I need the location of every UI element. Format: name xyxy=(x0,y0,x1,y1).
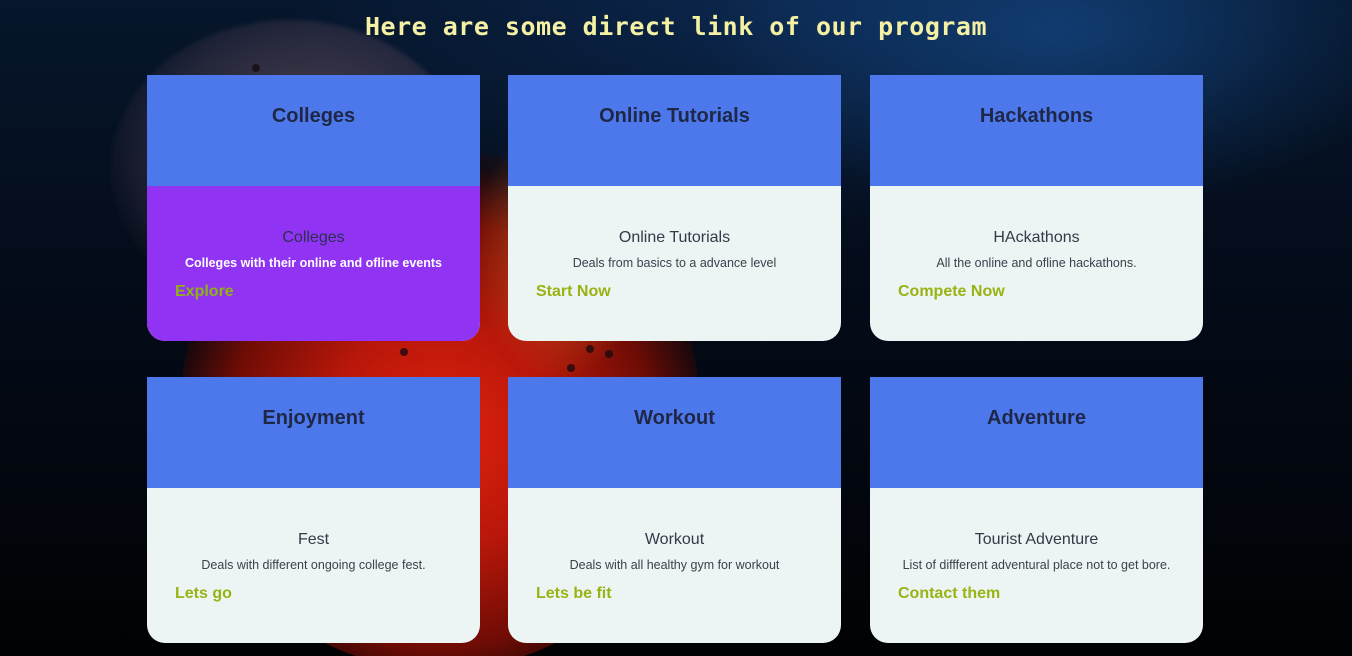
program-card-adventure: Adventure Tourist Adventure List of diff… xyxy=(870,377,1203,643)
card-header: Enjoyment xyxy=(147,377,480,488)
card-subtitle: HAckathons xyxy=(993,229,1080,246)
card-header: Hackathons xyxy=(870,75,1203,186)
card-header: Colleges xyxy=(147,75,480,186)
card-subtitle: Fest xyxy=(297,531,330,548)
background-dot xyxy=(605,350,613,358)
card-description: All the online and ofline hackathons. xyxy=(936,256,1137,270)
page-heading: Here are some direct link of our program xyxy=(364,12,988,41)
card-header: Workout xyxy=(508,377,841,488)
card-body: Online Tutorials Deals from basics to a … xyxy=(508,186,841,341)
card-title: Colleges xyxy=(271,105,356,127)
card-header: Adventure xyxy=(870,377,1203,488)
card-description: Deals with different ongoing college fes… xyxy=(201,558,426,572)
background-dot xyxy=(400,348,408,356)
card-body: Tourist Adventure List of diffferent adv… xyxy=(870,488,1203,643)
card-title: Workout xyxy=(634,407,715,429)
card-description: Deals from basics to a advance level xyxy=(572,256,777,270)
card-title: Enjoyment xyxy=(262,407,365,429)
background-dot xyxy=(586,345,594,353)
lets-go-link[interactable]: Lets go xyxy=(175,585,232,603)
card-body: Workout Deals with all healthy gym for w… xyxy=(508,488,841,643)
start-now-link[interactable]: Start Now xyxy=(536,283,611,301)
card-body: Colleges Colleges with their online and … xyxy=(147,186,480,341)
program-card-colleges: Colleges Colleges Colleges with their on… xyxy=(147,75,480,341)
card-subtitle: Workout xyxy=(644,531,705,548)
card-header: Online Tutorials xyxy=(508,75,841,186)
card-title: Online Tutorials xyxy=(599,105,750,127)
card-title: Hackathons xyxy=(979,105,1094,127)
program-card-hackathons: Hackathons HAckathons All the online and… xyxy=(870,75,1203,341)
background-dot xyxy=(567,364,575,372)
program-card-online-tutorials: Online Tutorials Online Tutorials Deals … xyxy=(508,75,841,341)
card-description: List of diffferent adventural place not … xyxy=(902,558,1171,572)
explore-link[interactable]: Explore xyxy=(175,283,234,301)
program-card-workout: Workout Workout Deals with all healthy g… xyxy=(508,377,841,643)
card-description: Deals with all healthy gym for workout xyxy=(569,558,780,572)
contact-them-link[interactable]: Contact them xyxy=(898,585,1000,603)
card-subtitle: Colleges xyxy=(282,229,345,246)
card-title: Adventure xyxy=(987,407,1086,429)
background-dot xyxy=(252,64,260,72)
program-card-enjoyment: Enjoyment Fest Deals with different ongo… xyxy=(147,377,480,643)
card-subtitle: Tourist Adventure xyxy=(974,531,1099,548)
card-description: Colleges with their online and ofline ev… xyxy=(185,256,442,270)
card-body: Fest Deals with different ongoing colleg… xyxy=(147,488,480,643)
card-body: HAckathons All the online and ofline hac… xyxy=(870,186,1203,341)
compete-now-link[interactable]: Compete Now xyxy=(898,283,1005,301)
card-subtitle: Online Tutorials xyxy=(618,229,731,246)
lets-be-fit-link[interactable]: Lets be fit xyxy=(536,585,612,603)
